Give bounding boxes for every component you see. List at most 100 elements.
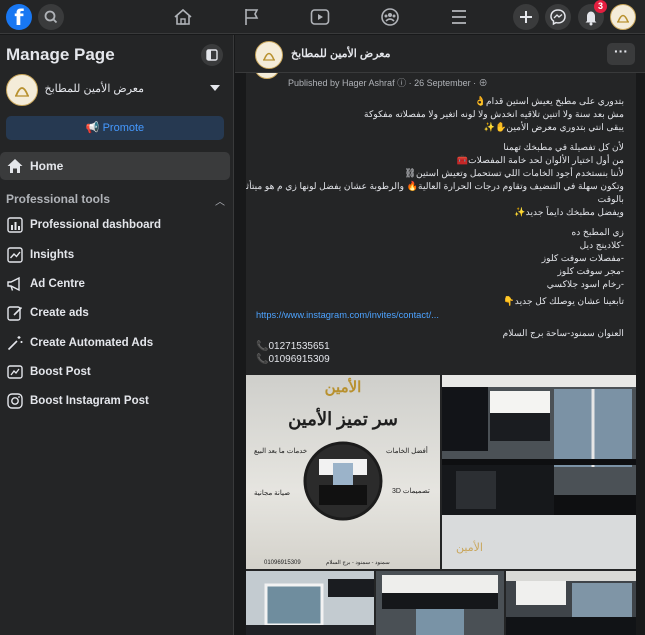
- page-avatar[interactable]: [255, 41, 283, 69]
- sidebar-item-label: Insights: [30, 249, 75, 261]
- post-text-line: -رخام اسود جلاكسي: [546, 279, 624, 289]
- instagram-invite-link[interactable]: https://www.instagram.com/invites/contac…: [256, 310, 439, 320]
- create-button[interactable]: [513, 4, 539, 30]
- globe-icon: · ⊕: [473, 78, 488, 88]
- instagram-icon: [7, 393, 23, 409]
- brand-logo-text: الأمين: [324, 379, 362, 396]
- search-icon: [44, 10, 58, 24]
- sidebar-toggle-icon: [206, 49, 218, 61]
- post-photo-ad[interactable]: الأمين سر تميز الأمين أفضل الخامات خدمات…: [246, 375, 440, 569]
- ad-feature: صيانة مجانية: [254, 490, 291, 497]
- page-title[interactable]: معرض الأمين للمطابخ: [291, 47, 390, 60]
- chevron-up-icon[interactable]: ︿: [215, 193, 225, 208]
- ad-feature: أفضل الخامات: [386, 448, 428, 455]
- boost-icon: [7, 365, 23, 379]
- sidebar-item-boost-post[interactable]: Boost Post: [0, 359, 230, 385]
- brand-watermark: الأمين: [456, 540, 483, 554]
- post-text-line: لأن كل تفصيلة في مطبخك تهمنا: [503, 142, 624, 152]
- groups-icon[interactable]: [380, 8, 400, 26]
- edit-icon: [7, 306, 23, 321]
- sidebar-item-label: Ad Centre: [30, 278, 85, 290]
- ad-phone: 01096915309: [264, 560, 301, 566]
- ad-feature: خدمات ما بعد البيع: [254, 448, 308, 455]
- caret-down-icon[interactable]: [210, 85, 220, 91]
- kitchen-photo: الأمين: [442, 375, 636, 569]
- ad-title: سر تميز الأمين: [288, 409, 398, 429]
- post-text-line: -مفصلات سوفت كلوز: [541, 253, 624, 263]
- home-icon: [7, 159, 23, 173]
- post-photo-thumbnail[interactable]: [246, 571, 374, 635]
- alameen-logo-icon: [15, 87, 29, 97]
- sidebar-item-label: Home: [30, 159, 64, 173]
- post-photo-kitchen[interactable]: الأمين: [442, 375, 636, 569]
- post-meta: Published by Hager Ashraf ⓘ · 26 Septemb…: [288, 76, 488, 89]
- sidebar-item-professional-dashboard[interactable]: Professional dashboard: [0, 212, 230, 238]
- facebook-logo[interactable]: f: [6, 4, 32, 30]
- info-icon[interactable]: ⓘ ·: [397, 78, 414, 88]
- post-photo-thumbnail[interactable]: [376, 571, 504, 635]
- page-switcher-name[interactable]: معرض الأمين للمطابخ: [44, 82, 144, 95]
- dashboard-icon: [7, 217, 23, 233]
- sidebar-item-insights[interactable]: Insights: [0, 242, 230, 268]
- magic-wand-icon: [7, 336, 23, 351]
- kitchen-corner-photo: [506, 571, 636, 635]
- post-date[interactable]: 26 September: [414, 78, 471, 88]
- sidebar-item-create-ads[interactable]: Create ads: [0, 300, 230, 326]
- published-by-text: Published by Hager Ashraf: [288, 78, 395, 88]
- messenger-button[interactable]: [545, 4, 571, 30]
- sidebar-item-create-automated-ads[interactable]: Create Automated Ads: [0, 330, 230, 356]
- post-text-line: وتكون سهلة في التنضيف وتقاوم درجات الحرا…: [246, 181, 624, 191]
- post-text-line: تابعينا عشان يوصلك كل جديد👇: [503, 296, 624, 306]
- megaphone-icon: [7, 276, 20, 292]
- post-text-line: بالوقت: [597, 194, 624, 204]
- sidebar-item-label: Professional dashboard: [30, 219, 162, 231]
- post-card: Published by Hager Ashraf ⓘ · 26 Septemb…: [246, 73, 636, 635]
- post-text-line: -كلادينج ديل: [579, 240, 624, 250]
- messenger-icon: [550, 9, 566, 26]
- collapse-sidebar-button[interactable]: [201, 44, 223, 66]
- megaphone-icon: 📢: [85, 122, 103, 134]
- kitchen-window-photo: [246, 571, 374, 635]
- post-address: العنوان سمنود-ساحة برج السلام: [502, 328, 624, 338]
- post-author-avatar[interactable]: [254, 73, 280, 79]
- search-button[interactable]: [38, 4, 64, 30]
- more-options-button[interactable]: ···: [607, 43, 635, 65]
- phone-number: 📞01096915309: [256, 354, 330, 365]
- post-text-line: بتدوري على مطبخ يعيش استين قدام👌: [474, 96, 624, 106]
- post-text-line: -مجر سوفت كلوز: [557, 266, 624, 276]
- post-text-line: زي المطبخ ده: [571, 227, 624, 237]
- page-header: معرض الأمين للمطابخ ···: [235, 35, 645, 73]
- menu-icon[interactable]: [449, 8, 469, 26]
- home-icon[interactable]: [173, 8, 193, 26]
- plus-icon: [520, 11, 532, 23]
- post-text-line: ويفضل مطبخك دايماً جديد✨: [514, 207, 624, 217]
- sidebar-item-home[interactable]: Home: [0, 152, 230, 180]
- alameen-logo-icon: [263, 52, 275, 61]
- ad-feature: تصميمات 3D: [392, 488, 430, 495]
- page-avatar[interactable]: [6, 74, 38, 106]
- top-navigation-bar: f 3: [0, 0, 645, 34]
- ad-address: سمنود - سمنود - برج السلام: [326, 560, 390, 566]
- account-avatar[interactable]: [610, 4, 636, 30]
- post-text-line: من أول اختيار الألوان لحد خامة المفصلات🧰: [456, 155, 624, 165]
- watch-video-icon[interactable]: [310, 8, 330, 26]
- sidebar-item-label: Boost Post: [30, 366, 91, 378]
- alameen-logo-icon: [617, 14, 629, 23]
- post-photo-thumbnail[interactable]: [506, 571, 636, 635]
- phone-number: 📞01271535651: [256, 341, 330, 352]
- professional-tools-heading: Professional tools: [6, 192, 111, 206]
- sidebar-item-label: Boost Instagram Post: [30, 395, 149, 407]
- sidebar-item-label: Create Automated Ads: [30, 337, 154, 349]
- promote-label: Promote: [102, 122, 145, 134]
- promote-button[interactable]: 📢 Promote: [6, 116, 224, 140]
- post-text-line: يبقى انتي بتدوري معرض الأمين✋✨: [483, 122, 625, 132]
- post-text-line: مش بعد سنة ولا اتنين تلاقيه انخدش ولا لو…: [364, 109, 624, 119]
- sidebar-item-label: Create ads: [30, 307, 89, 319]
- pages-flag-icon[interactable]: [242, 8, 262, 26]
- sidebar-title: Manage Page: [6, 45, 115, 64]
- notifications-badge: 3: [594, 0, 607, 13]
- post-text-line: لأننا بنستخدم أجود الخامات اللي تستحمل و…: [404, 168, 624, 178]
- sidebar-item-boost-instagram-post[interactable]: Boost Instagram Post: [0, 388, 230, 414]
- insights-icon: [7, 247, 23, 263]
- sidebar-item-ad-centre[interactable]: Ad Centre: [0, 271, 230, 297]
